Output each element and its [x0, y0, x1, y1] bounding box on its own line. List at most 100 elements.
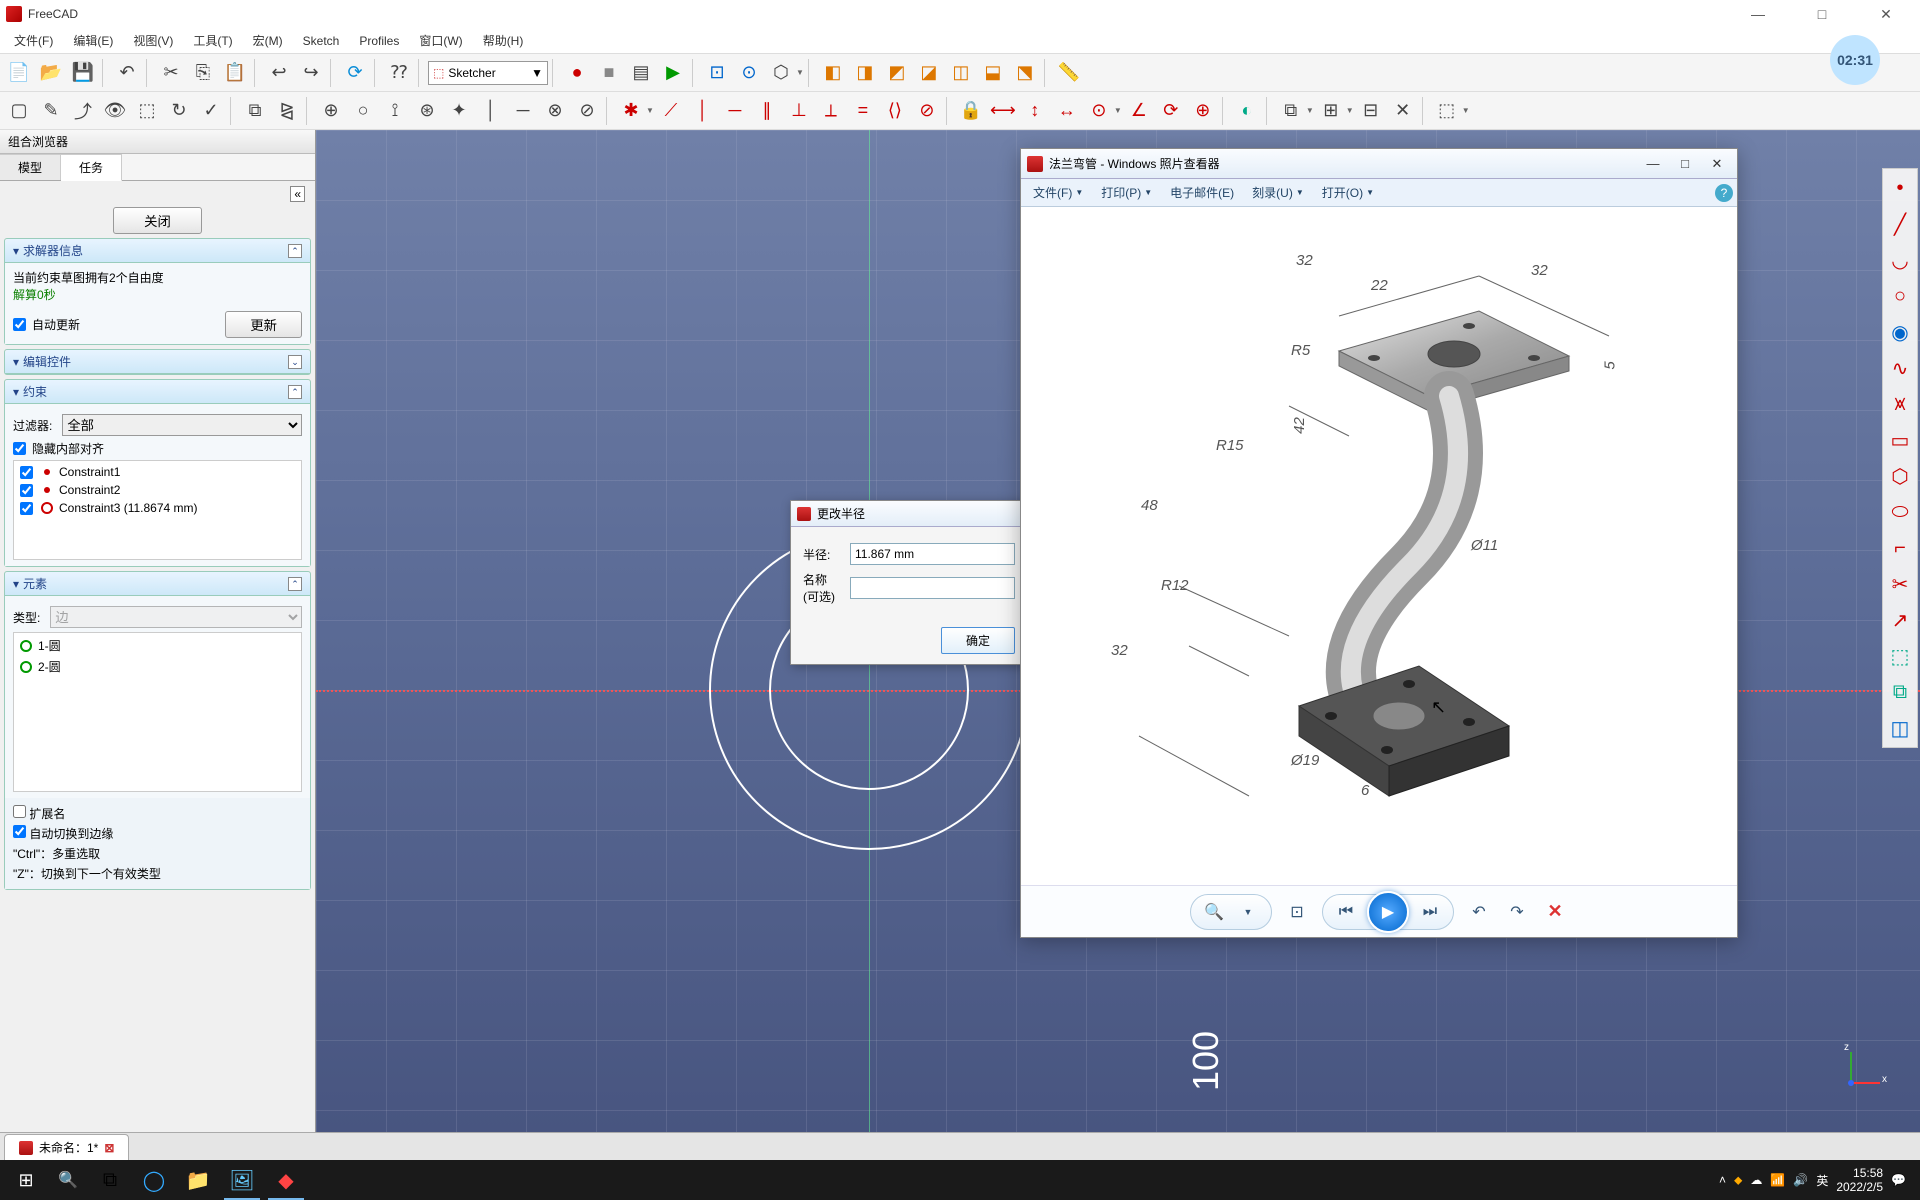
undo-icon[interactable]: ↶	[112, 58, 142, 88]
workbench-selector[interactable]: Sketcher▼	[428, 61, 548, 85]
pv-rotate-ccw-icon[interactable]: ↶	[1466, 899, 1492, 925]
update-button[interactable]: 更新	[225, 311, 302, 338]
copy-icon[interactable]: ⎘	[188, 58, 218, 88]
radius-input[interactable]	[850, 543, 1015, 565]
menu-window[interactable]: 窗口(W)	[409, 28, 472, 53]
map-sketch-icon[interactable]: ⬚	[132, 96, 162, 126]
polyline-tool-icon[interactable]: ⩙	[1885, 389, 1915, 419]
polygon-tool-icon[interactable]: ⬡	[1885, 461, 1915, 491]
edit-collapse-icon[interactable]: ⌄	[288, 355, 302, 369]
pv-menu-burn[interactable]: 刻录(U)▼	[1244, 181, 1312, 204]
new-sketch-icon[interactable]: ▢	[4, 96, 34, 126]
menu-file[interactable]: 文件(F)	[4, 28, 63, 53]
tray-network-icon[interactable]: 📶	[1770, 1173, 1785, 1187]
menu-help[interactable]: 帮助(H)	[473, 28, 534, 53]
measure-icon[interactable]: 📏	[1054, 58, 1084, 88]
connect-icon[interactable]: ⟟	[380, 96, 410, 126]
menu-sketch[interactable]: Sketch	[293, 30, 350, 52]
taskbar-clock[interactable]: 15:58 2022/2/5	[1836, 1166, 1883, 1195]
axes-gizmo[interactable]: zx	[1840, 1042, 1900, 1102]
block-icon[interactable]: ⊘	[912, 96, 942, 126]
select-constraints-icon[interactable]: ⊛	[412, 96, 442, 126]
pv-maximize-button[interactable]: □	[1671, 154, 1699, 174]
point-tool-icon[interactable]: •	[1885, 173, 1915, 203]
tray-volume-icon[interactable]: 🔊	[1793, 1173, 1808, 1187]
paste-icon[interactable]: 📋	[220, 58, 250, 88]
tray-onedrive-icon[interactable]: ☁	[1750, 1173, 1762, 1187]
dof-icon[interactable]: ⊕	[316, 96, 346, 126]
leave-sketch-icon[interactable]: ⤴	[68, 96, 98, 126]
radius-icon[interactable]: ⊙	[1084, 96, 1114, 126]
constraint-item[interactable]: Constraint2	[16, 481, 299, 499]
menu-edit[interactable]: 编辑(E)	[63, 28, 123, 53]
constraints-collapse-icon[interactable]: ⌃	[288, 385, 302, 399]
select-h-axis-icon[interactable]: ─	[508, 96, 538, 126]
symmetric-icon[interactable]: ⟨⟩	[880, 96, 910, 126]
pv-rotate-cw-icon[interactable]: ↷	[1504, 899, 1530, 925]
edge-icon[interactable]: ◯	[132, 1160, 176, 1200]
trim-tool-icon[interactable]: ✂	[1885, 569, 1915, 599]
pv-help-icon[interactable]: ?	[1715, 184, 1733, 202]
pv-zoom-dropdown-icon[interactable]: ▼	[1235, 899, 1261, 925]
filter-select[interactable]: 全部	[62, 414, 302, 436]
iso-icon[interactable]: ◧	[818, 58, 848, 88]
tab-model[interactable]: 模型	[0, 154, 61, 180]
toggle-driving-icon[interactable]: ◐	[1232, 96, 1262, 126]
close-button[interactable]: ✕	[1866, 6, 1906, 23]
macros-icon[interactable]: ▤	[626, 58, 656, 88]
type-select[interactable]: 边	[50, 606, 302, 628]
zoom-fit-icon[interactable]: ⊡	[702, 58, 732, 88]
element-item[interactable]: 1-圆	[16, 635, 299, 656]
pv-menu-email[interactable]: 电子邮件(E)	[1162, 181, 1242, 204]
delete-geom-icon[interactable]: ✕	[1388, 96, 1418, 126]
reorient-icon[interactable]: ↻	[164, 96, 194, 126]
photo-viewer-task-icon[interactable]: 🖼	[220, 1160, 264, 1200]
minimize-button[interactable]: —	[1738, 6, 1778, 23]
tab-tasks[interactable]: 任务	[61, 154, 122, 181]
menu-macro[interactable]: 宏(M)	[243, 28, 293, 53]
start-button[interactable]: ⊞	[4, 1160, 48, 1200]
menu-tools[interactable]: 工具(T)	[183, 28, 242, 53]
snells-icon[interactable]: ⟳	[1156, 96, 1186, 126]
front-icon[interactable]: ◨	[850, 58, 880, 88]
open-icon[interactable]: 📂	[36, 58, 66, 88]
close-doc-icon[interactable]: ⊠	[104, 1141, 114, 1155]
save-icon[interactable]: 💾	[68, 58, 98, 88]
slot-tool-icon[interactable]: ⬭	[1885, 497, 1915, 527]
refresh-icon[interactable]: ⟳	[340, 58, 370, 88]
stop-macro-icon[interactable]: ■	[594, 58, 624, 88]
pv-minimize-button[interactable]: —	[1639, 154, 1667, 174]
close-sketch-button[interactable]: 关闭	[113, 207, 202, 234]
view-sketch-icon[interactable]: 👁	[100, 96, 130, 126]
document-tab[interactable]: 未命名：1* ⊠	[4, 1134, 129, 1160]
lock-icon[interactable]: 🔒	[956, 96, 986, 126]
zoom-select-icon[interactable]: ⊙	[734, 58, 764, 88]
auto-update-checkbox[interactable]	[13, 318, 26, 331]
run-macro-icon[interactable]: ▶	[658, 58, 688, 88]
rectangle-tool-icon[interactable]: ▭	[1885, 425, 1915, 455]
auto-switch-checkbox[interactable]	[13, 825, 26, 838]
menu-view[interactable]: 视图(V)	[123, 28, 183, 53]
construction-tool-icon[interactable]: ◫	[1885, 713, 1915, 743]
arc-tool-icon[interactable]: ◡	[1885, 245, 1915, 275]
carbon-copy-icon[interactable]: ⧉	[1885, 677, 1915, 707]
select-v-axis-icon[interactable]: │	[476, 96, 506, 126]
draw-style-icon[interactable]: ⬡	[766, 58, 796, 88]
rect-array-icon[interactable]: ⊟	[1356, 96, 1386, 126]
solver-collapse-icon[interactable]: ⌃	[288, 244, 302, 258]
conic-tool-icon[interactable]: ◉	[1885, 317, 1915, 347]
circle-tool-icon[interactable]: ○	[1885, 281, 1915, 311]
validate-icon[interactable]: ✓	[196, 96, 226, 126]
element-item[interactable]: 2-圆	[16, 656, 299, 677]
clone-icon[interactable]: ⧉	[1276, 96, 1306, 126]
angle-icon[interactable]: ∠	[1124, 96, 1154, 126]
mirror-icon[interactable]: ⧎	[272, 96, 302, 126]
perpendicular-icon[interactable]: ⊥	[784, 96, 814, 126]
coincident-icon[interactable]: ✱	[616, 96, 646, 126]
cut-icon[interactable]: ✂	[156, 58, 186, 88]
right-icon[interactable]: ◪	[914, 58, 944, 88]
pv-delete-icon[interactable]: ✕	[1542, 899, 1568, 925]
rear-icon[interactable]: ◫	[946, 58, 976, 88]
tray-up-icon[interactable]: ˄	[1719, 1173, 1726, 1187]
extend-tool-icon[interactable]: ↗	[1885, 605, 1915, 635]
